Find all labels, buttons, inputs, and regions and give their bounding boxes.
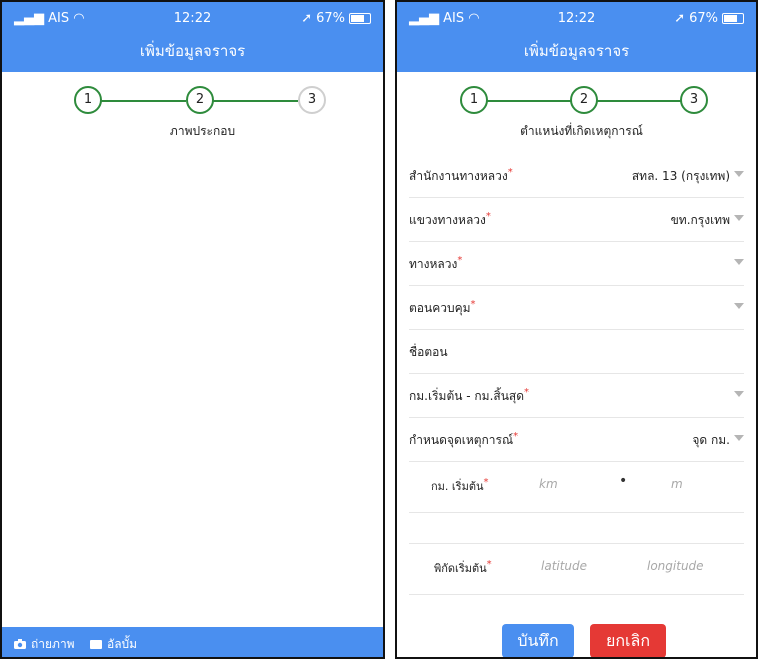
step-title: ตำแหน่งที่เกิดเหตุการณ์ [520, 124, 643, 138]
highway-select[interactable]: ทางหลวง* [409, 242, 744, 286]
camera-icon [14, 638, 26, 652]
required-mark: * [483, 477, 489, 488]
required-mark: * [485, 211, 491, 222]
district-select[interactable]: แขวงทางหลวง* ขท.กรุงเทพ [409, 198, 744, 242]
office-label: สำนักงานทางหลวง [409, 169, 508, 183]
save-button[interactable]: บันทึก [502, 624, 574, 657]
required-mark: * [486, 559, 492, 570]
required-mark: * [457, 255, 463, 266]
step-1[interactable]: 1 [460, 86, 488, 114]
dropdown-caret-icon [734, 391, 744, 397]
km-input[interactable]: km [539, 477, 558, 491]
album-button[interactable]: อัลบั้ม [90, 635, 137, 654]
required-mark: * [513, 431, 519, 442]
district-label: แขวงทางหลวง [409, 213, 486, 227]
point-type-select[interactable]: กำหนดจุดเหตุการณ์* จุด กม. [409, 418, 744, 462]
office-value: สทล. 13 (กรุงเทพ) [631, 169, 730, 183]
separator-dot: • [619, 473, 628, 489]
control-section-select[interactable]: ตอนควบคุม* [409, 286, 744, 330]
page-title: เพิ่มข้อมูลจราจร [2, 36, 383, 72]
highway-label: ทางหลวง [409, 257, 458, 271]
step-1[interactable]: 1 [74, 86, 102, 114]
spacer-row [409, 513, 744, 544]
point-type-label: กำหนดจุดเหตุการณ์ [409, 433, 514, 447]
dropdown-caret-icon [734, 171, 744, 177]
location-arrow-icon: ➚ [301, 11, 313, 26]
km-start-label: กม. เริ่มต้น [431, 480, 484, 493]
cancel-button[interactable]: ยกเลิก [590, 624, 666, 657]
battery-status: ➚ 67% [674, 11, 744, 26]
control-section-label: ตอนควบคุม [409, 301, 471, 315]
km-range-label: กม.เริ่มต้น - กม.สิ้นสุด [409, 389, 525, 403]
step-connector [597, 100, 681, 102]
step-title: ภาพประกอบ [169, 124, 236, 138]
location-arrow-icon: ➚ [674, 11, 686, 26]
location-form: สำนักงานทางหลวง* สทล. 13 (กรุงเทพ) แขวงท… [409, 154, 744, 595]
office-select[interactable]: สำนักงานทางหลวง* สทล. 13 (กรุงเทพ) [409, 154, 744, 198]
district-value: ขท.กรุงเทพ [670, 213, 730, 227]
dropdown-caret-icon [734, 259, 744, 265]
section-name-row: ชื่อตอน [409, 330, 744, 374]
dropdown-caret-icon [734, 215, 744, 221]
coords-row: พิกัดเริ่มต้น* latitude longitude [409, 544, 744, 595]
dropdown-caret-icon [734, 435, 744, 441]
section-name-label: ชื่อตอน [409, 345, 448, 359]
camera-button[interactable]: ถ่ายภาพ [14, 635, 75, 654]
stepper: 1 2 3 ภาพประกอบ [2, 86, 383, 138]
page-title: เพิ่มข้อมูลจราจร [397, 36, 756, 72]
step-connector [212, 100, 298, 102]
required-mark: * [470, 299, 476, 310]
latitude-input[interactable]: latitude [541, 559, 587, 573]
step-connector [100, 100, 186, 102]
longitude-input[interactable]: longitude [647, 559, 704, 573]
battery-icon [722, 13, 744, 24]
required-mark: * [507, 167, 513, 178]
dropdown-caret-icon [734, 303, 744, 309]
battery-status: ➚ 67% [301, 11, 371, 26]
coords-label: พิกัดเริ่มต้น [434, 562, 487, 575]
point-type-value: จุด กม. [692, 433, 730, 447]
step-3[interactable]: 3 [680, 86, 708, 114]
step-2[interactable]: 2 [570, 86, 598, 114]
left-phone-screen: ▂▄▆ AIS ◠ 12:22 ➚ 67% เพิ่มข้อมูลจราจร 1… [0, 0, 385, 659]
stepper: 1 2 3 ตำแหน่งที่เกิดเหตุการณ์ [397, 86, 756, 138]
step-3[interactable]: 3 [298, 86, 326, 114]
album-icon [90, 638, 102, 652]
required-mark: * [524, 387, 530, 398]
m-input[interactable]: m [671, 477, 683, 491]
status-bar: ▂▄▆ AIS ◠ 12:22 ➚ 67% [397, 2, 756, 36]
km-start-row: กม. เริ่มต้น* km • m [409, 462, 744, 513]
km-range-select[interactable]: กม.เริ่มต้น - กม.สิ้นสุด* [409, 374, 744, 418]
right-phone-screen: ▂▄▆ AIS ◠ 12:22 ➚ 67% เพิ่มข้อมูลจราจร 1… [395, 0, 758, 659]
bottom-toolbar: ถ่ายภาพ อัลบั้ม [2, 627, 383, 657]
step-2[interactable]: 2 [186, 86, 214, 114]
battery-icon [349, 13, 371, 24]
status-bar: ▂▄▆ AIS ◠ 12:22 ➚ 67% [2, 2, 383, 36]
step-connector [487, 100, 571, 102]
